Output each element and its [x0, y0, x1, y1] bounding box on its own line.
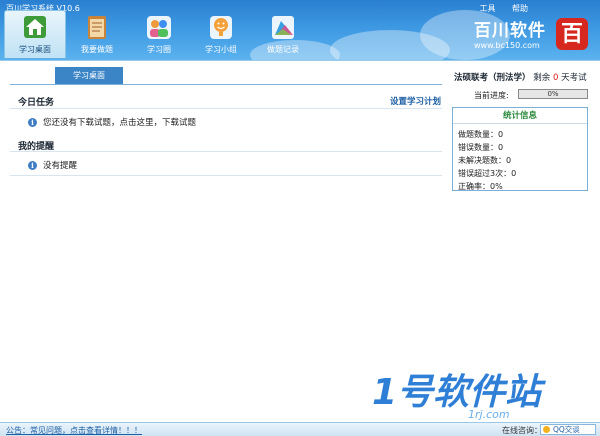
nav-item-study-desktop[interactable]: 学习桌面 [4, 10, 66, 58]
qq-icon [543, 426, 550, 433]
divider [10, 175, 442, 176]
progress-bar: 0% [518, 89, 588, 99]
download-questions-link[interactable]: 您还没有下载试题，点击这里，下载试题 [43, 116, 196, 128]
brand-name: 百川软件 [474, 21, 546, 41]
stat-errors: 错误数量：0 [458, 143, 504, 152]
home-icon [24, 16, 46, 38]
stat-unsolved: 未解决题数：0 [458, 156, 512, 165]
set-study-plan-link[interactable]: 设置学习计划 [390, 95, 441, 107]
stats-title: 统计信息 [453, 108, 587, 124]
exam-prefix: 剩余 [533, 73, 551, 83]
menu-help[interactable]: 帮助 [512, 4, 528, 13]
notepad-icon [88, 16, 106, 39]
stats-list: 做题数量：0 错误数量：0 未解决题数：0 错误超过3次：0 正确率：0% [453, 124, 587, 193]
stat-accuracy: 正确率：0% [458, 182, 503, 191]
divider [10, 151, 442, 152]
tab-divider [10, 84, 442, 85]
list-item: i 没有提醒 [28, 159, 77, 171]
brand: 百川软件 www.bc150.com [474, 16, 546, 50]
tab-study-desktop[interactable]: 学习桌面 [55, 67, 123, 85]
people-icon [147, 16, 171, 39]
reminder-text: 没有提醒 [43, 161, 78, 171]
online-consult-label: 在线咨询： [502, 426, 542, 435]
brand-url: www.bc150.com [474, 41, 540, 50]
nav-label: 做题记录 [267, 45, 299, 54]
nav-item-practice[interactable]: 我要做题 [66, 10, 128, 58]
nav-label: 我要做题 [81, 45, 113, 54]
exam-countdown: 法硕联考（刑法学） 剩余 0 天考试 [454, 71, 587, 83]
stat-attempted: 做题数量：0 [458, 130, 504, 139]
menu-tools[interactable]: 工具 [479, 4, 495, 13]
nav-label: 学习小组 [205, 45, 237, 54]
nav-label: 学习桌面 [19, 45, 51, 54]
info-icon: i [28, 160, 37, 170]
watermark-url: 1rj.com [468, 408, 510, 420]
today-tasks-heading: 今日任务 [18, 98, 55, 108]
nav-item-study-group[interactable]: 学习小组 [190, 10, 252, 58]
days-remaining: 0 [552, 73, 559, 83]
progress-label: 当前进度: [474, 91, 509, 100]
watermark-text: 1号软件站 [372, 372, 546, 413]
site-watermark: 1号软件站 1rj.com [372, 372, 546, 420]
divider [10, 108, 442, 109]
nav-item-records[interactable]: 做题记录 [252, 10, 314, 58]
qq-chat-label: QQ交谈 [553, 425, 580, 434]
info-icon: i [28, 117, 37, 127]
stat-errors-over-3: 错误超过3次：0 [458, 169, 517, 178]
chart-record-icon [272, 16, 294, 39]
notice-link[interactable]: 公告：常见问题，点击查看详情！！！ [6, 425, 142, 436]
exam-suffix: 天考试 [561, 73, 587, 83]
brand-logo: 百 [556, 18, 588, 50]
nav-item-study-circle[interactable]: 学习圈 [128, 10, 190, 58]
stats-panel: 统计信息 做题数量：0 错误数量：0 未解决题数：0 错误超过3次：0 正确率：… [452, 107, 588, 191]
smiley-group-icon [210, 16, 232, 39]
progress-text: 0% [547, 90, 559, 98]
nav-label: 学习圈 [147, 45, 171, 54]
qq-chat-button[interactable]: QQ交谈 [540, 424, 596, 435]
status-bar: 公告：常见问题，点击查看详情！！！ 在线咨询： QQ交谈 [0, 422, 600, 436]
main-nav: 学习桌面 我要做题 学习圈 学习小组 做题记录 [4, 10, 314, 60]
header-banner: 百川学习系统 V10.6 工具 帮助 学习桌面 我要做题 学习圈 学习小组 做题… [0, 0, 600, 60]
exam-name: 法硕联考（刑法学） [454, 73, 531, 83]
list-item[interactable]: i 您还没有下载试题，点击这里，下载试题 [28, 116, 196, 128]
window-menu: 工具 帮助 [465, 3, 528, 14]
